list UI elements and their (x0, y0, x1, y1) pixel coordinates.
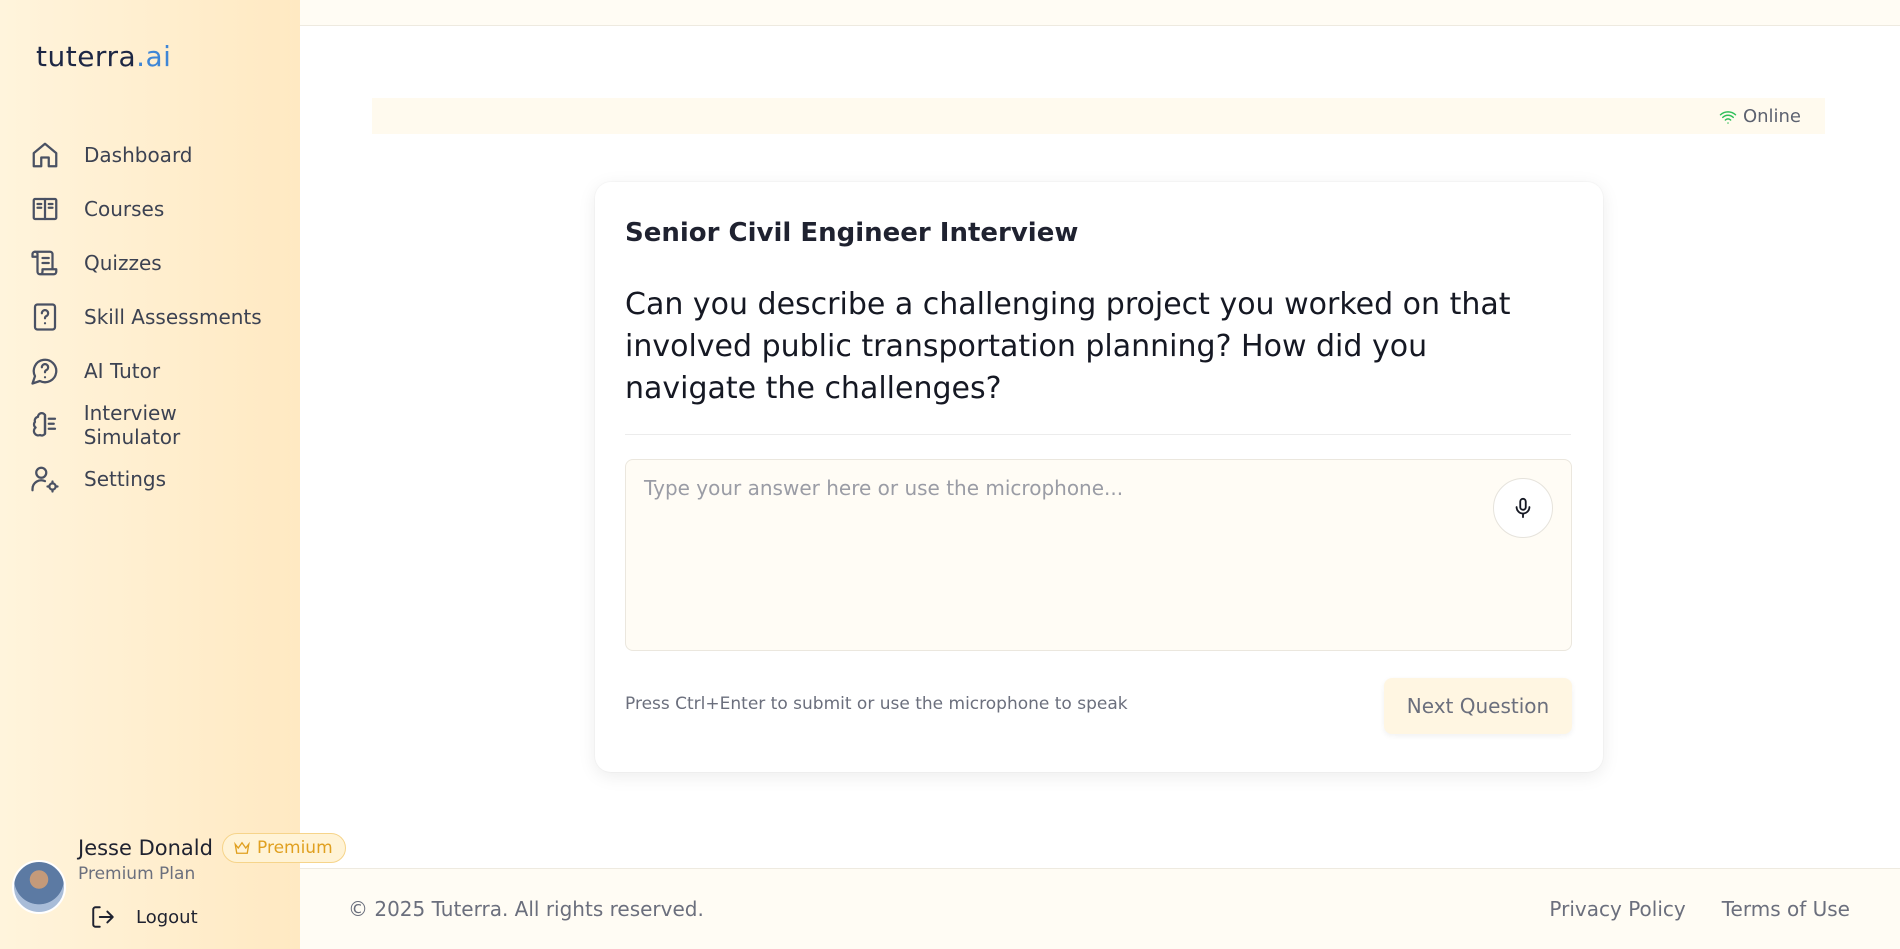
interview-question: Can you describe a challenging project y… (625, 287, 1511, 406)
premium-badge-label: Premium (257, 838, 333, 858)
sidebar-item-courses[interactable]: Courses (28, 182, 278, 236)
logout-icon (92, 906, 114, 928)
copyright: © 2025 Tuterra. All rights reserved. (348, 897, 704, 921)
file-question-icon (28, 300, 62, 334)
sidebar-item-interview-simulator[interactable]: Interview Simulator (28, 398, 278, 452)
brain-icon (28, 408, 62, 442)
sidebar-item-settings[interactable]: Settings (28, 452, 278, 506)
home-icon (28, 138, 62, 172)
sidebar-item-label: Courses (84, 197, 165, 221)
connection-status: Online (1719, 106, 1801, 127)
status-label: Online (1742, 106, 1801, 127)
sidebar-item-skill-assessments[interactable]: Skill Assessments (28, 290, 278, 344)
sidebar-item-quizzes[interactable]: Quizzes (28, 236, 278, 290)
logout-label: Logout (136, 906, 198, 928)
brand-prefix: tut (36, 40, 78, 73)
sidebar-item-label: Skill Assessments (84, 305, 262, 329)
brand-logo[interactable]: tuterra.ai (36, 40, 171, 73)
microphone-button[interactable] (1493, 478, 1553, 538)
scroll-icon (28, 246, 62, 280)
premium-badge: Premium (222, 833, 346, 863)
interview-card: Senior Civil Engineer Interview Can you … (595, 182, 1603, 772)
sidebar-item-label: AI Tutor (84, 359, 161, 383)
next-question-button[interactable]: Next Question (1384, 678, 1572, 734)
sidebar-item-label: Settings (84, 467, 167, 491)
user-name: Jesse Donald (78, 836, 213, 860)
sidebar-item-label: Interview Simulator (83, 401, 181, 449)
brand-suffix: .ai (136, 40, 172, 73)
logout-button[interactable]: Logout (90, 904, 198, 930)
divider (625, 434, 1571, 435)
sidebar-item-ai-tutor[interactable]: AI Tutor (28, 344, 278, 398)
privacy-policy-link[interactable]: Privacy Policy (1549, 897, 1685, 921)
sidebar-nav: Dashboard Courses Quizzes Skill Assessme… (28, 128, 278, 506)
brand-middle: erra (77, 40, 137, 73)
message-question-icon (28, 354, 62, 388)
answer-box (625, 459, 1572, 651)
avatar[interactable] (12, 860, 66, 914)
microphone-icon (1515, 497, 1531, 519)
interview-title: Senior Civil Engineer Interview (625, 218, 1079, 248)
sidebar-item-label: Quizzes (84, 251, 162, 275)
top-bar (300, 0, 1900, 26)
footer-links: Privacy Policy Terms of Use (1549, 897, 1850, 921)
sidebar-item-dashboard[interactable]: Dashboard (28, 128, 278, 182)
user-plan: Premium Plan (78, 864, 196, 884)
answer-input[interactable] (626, 460, 1571, 650)
terms-of-use-link[interactable]: Terms of Use (1722, 897, 1850, 921)
wifi-icon (1719, 110, 1737, 124)
sidebar-item-label: Dashboard (84, 143, 193, 167)
book-open-icon (28, 192, 62, 226)
sidebar: tuterra.ai Dashboard Courses Quizzes Ski… (0, 0, 346, 949)
user-cog-icon (28, 462, 62, 496)
status-bar: Online (372, 98, 1825, 134)
submit-hint: Press Ctrl+Enter to submit or use the mi… (625, 694, 1128, 714)
crown-icon (234, 841, 250, 854)
footer: © 2025 Tuterra. All rights reserved. Pri… (300, 868, 1900, 949)
